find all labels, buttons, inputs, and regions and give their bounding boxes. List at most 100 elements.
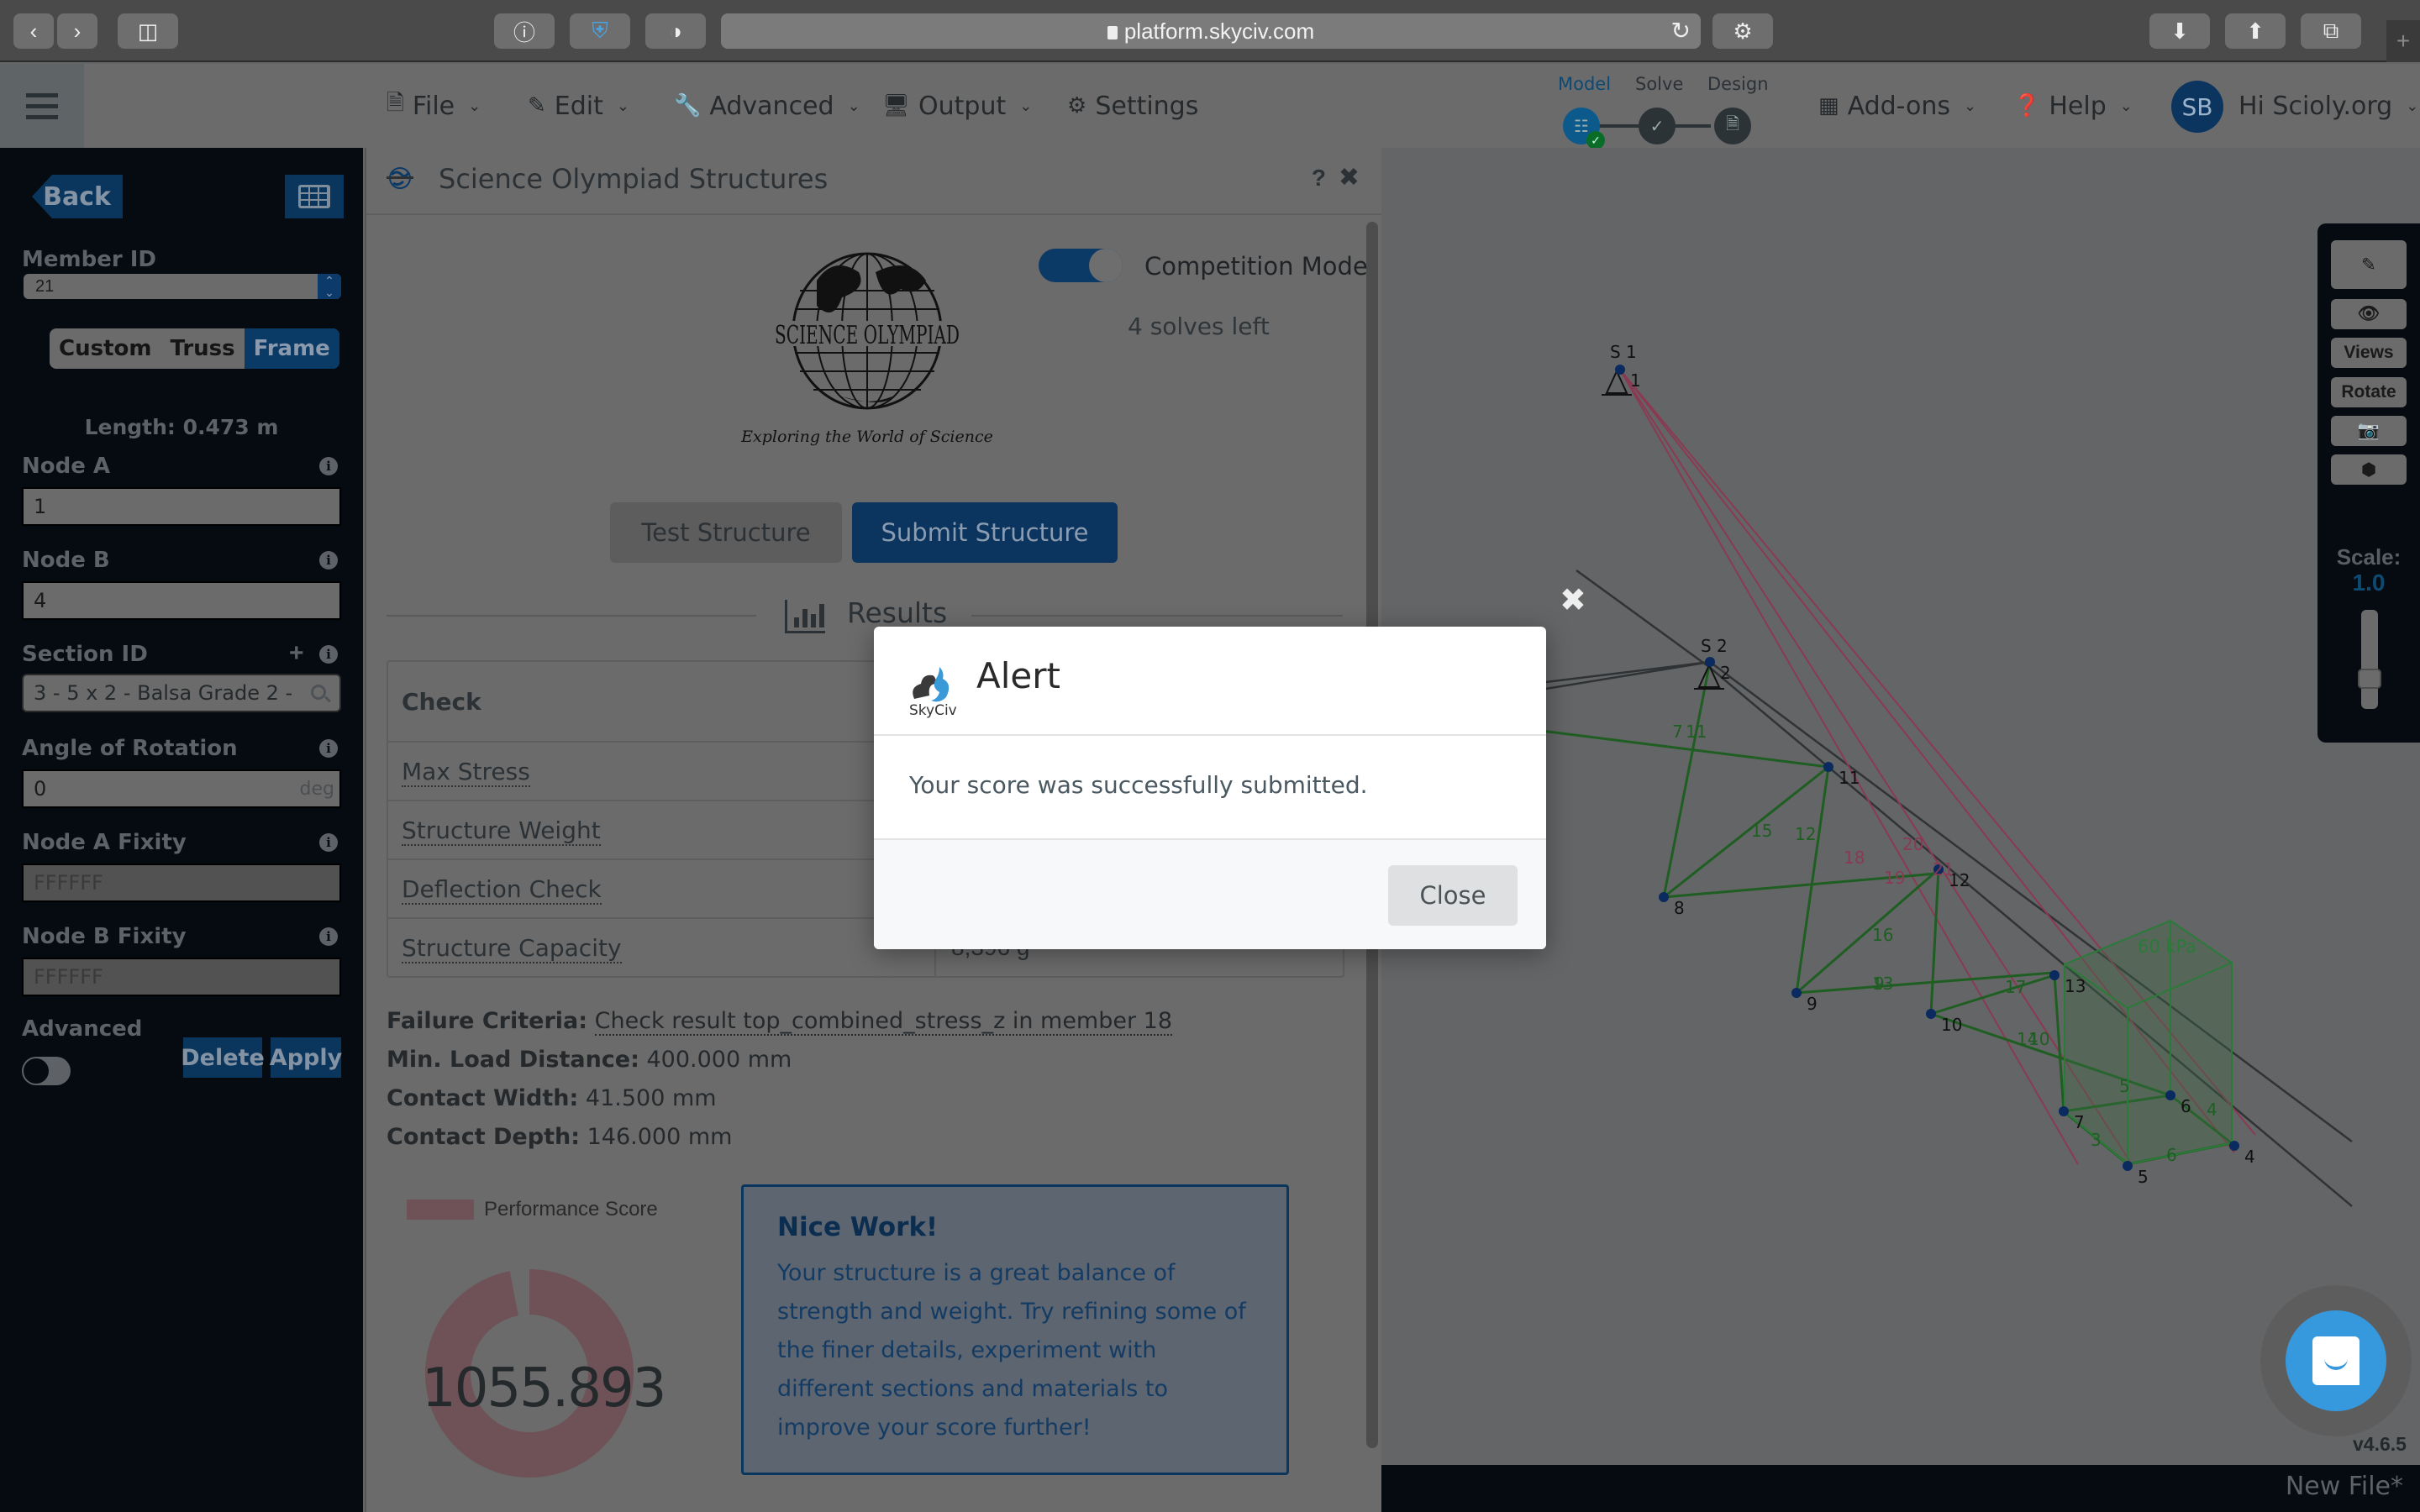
member-10[interactable]	[1929, 869, 1940, 1015]
avatar[interactable]: SB	[2171, 81, 2223, 133]
member-14b[interactable]	[2053, 974, 2065, 1112]
submit-structure-button[interactable]: Submit Structure	[852, 502, 1118, 563]
close-icon[interactable]: ✖	[1339, 163, 1360, 192]
views-button[interactable]: Views	[2331, 338, 2407, 368]
check-name[interactable]: Max Stress	[402, 757, 530, 787]
logo-wordmark: SCIENCE OLYMPIAD	[775, 321, 960, 350]
node-4[interactable]	[2229, 1141, 2239, 1151]
type-custom-button[interactable]: Custom	[50, 328, 160, 369]
step-solve-button[interactable]: ✓	[1639, 108, 1676, 144]
chord-member[interactable]	[1576, 569, 1710, 669]
member-id-value: 21	[35, 276, 55, 296]
menu-settings[interactable]: ⚙ Settings	[1067, 64, 1198, 148]
check-name[interactable]: Structure Weight	[402, 816, 601, 846]
cube-icon[interactable]: ⬢	[2331, 454, 2407, 485]
table-icon	[298, 185, 330, 208]
share-icon[interactable]: ⬆	[2225, 13, 2286, 49]
search-icon[interactable]	[311, 685, 326, 700]
member-id-select[interactable]: 21 ⌃ ⌄	[24, 274, 341, 299]
menu-output[interactable]: 🖥 Output ⌄	[882, 64, 1032, 148]
advanced-toggle[interactable]	[22, 1057, 71, 1085]
info-icon[interactable]: ⓘ	[494, 13, 555, 49]
check-name[interactable]: Deflection Check	[402, 874, 602, 905]
info-icon[interactable]: i	[319, 739, 338, 758]
download-icon[interactable]: ⬇	[2149, 13, 2210, 49]
node-10[interactable]	[1926, 1009, 1936, 1019]
node-1[interactable]	[1615, 365, 1625, 375]
tabs-icon[interactable]: ⧉	[2301, 13, 2361, 49]
menu-advanced[interactable]: 🔧 Advanced ⌄	[674, 64, 860, 148]
reload-icon[interactable]: ↻	[1671, 17, 1691, 45]
address-bar[interactable]: platform.skyciv.com ↻	[721, 13, 1701, 49]
node-a-fixity-input[interactable]: FFFFFF	[22, 864, 341, 902]
info-icon[interactable]: i	[319, 457, 338, 475]
info-icon[interactable]: i	[319, 645, 338, 664]
rotate-button[interactable]: Rotate	[2331, 377, 2407, 407]
competition-mode-toggle[interactable]	[1039, 249, 1123, 282]
eye-icon[interactable]: 👁	[2331, 299, 2407, 329]
stepper-icon[interactable]: ⌃ ⌄	[318, 274, 341, 299]
node-7[interactable]	[2059, 1106, 2069, 1116]
close-icon[interactable]: ✖	[1560, 581, 1586, 619]
shield-icon[interactable]: ⛨	[570, 13, 630, 49]
member-9[interactable]	[1795, 766, 1830, 994]
node-2[interactable]	[1705, 657, 1715, 667]
back-icon[interactable]: ‹	[13, 13, 54, 49]
node-b-fixity-input[interactable]: FFFFFF	[22, 958, 341, 996]
node-b-input[interactable]: 4	[22, 581, 341, 620]
info-icon[interactable]: i	[319, 833, 338, 852]
user-menu[interactable]: Hi Scioly.org ⌄	[2238, 64, 2418, 148]
type-truss-button[interactable]: Truss	[160, 328, 244, 369]
member-7[interactable]	[1662, 661, 1712, 898]
node-13[interactable]	[2049, 970, 2060, 980]
node-6[interactable]	[2165, 1090, 2175, 1100]
node-9[interactable]	[1791, 988, 1802, 998]
close-button[interactable]: Close	[1388, 865, 1518, 926]
failure-criteria-link[interactable]: Check result top_combined_stress_z in me…	[594, 1008, 1173, 1036]
back-button[interactable]: Back	[32, 175, 123, 218]
privacy-icon[interactable]: ◑	[645, 13, 706, 49]
apply-button[interactable]: Apply	[270, 1037, 342, 1078]
node-11[interactable]	[1823, 762, 1833, 772]
table-view-button[interactable]	[285, 175, 344, 218]
chord-member[interactable]	[1709, 660, 2353, 1143]
hamburger-menu-icon[interactable]	[0, 64, 84, 148]
step-design-button[interactable]: 🗎	[1714, 108, 1751, 144]
forward-icon[interactable]: ›	[57, 13, 97, 49]
chat-button[interactable]	[2286, 1310, 2386, 1411]
scale-slider-thumb[interactable]	[2358, 669, 2381, 689]
type-frame-button[interactable]: Frame	[244, 328, 339, 369]
add-section-icon[interactable]: +	[289, 639, 304, 668]
member-19[interactable]	[1619, 369, 2133, 1165]
camera-icon[interactable]: 📷	[2331, 416, 2407, 446]
node-8[interactable]	[1659, 892, 1669, 902]
scale-slider[interactable]	[2361, 610, 2378, 709]
step-model-button[interactable]: ☷ ✓	[1563, 108, 1605, 150]
node-label: 4	[2244, 1147, 2255, 1167]
menu-addons[interactable]: ▦ Add-ons ⌄	[1818, 64, 1976, 148]
angle-input[interactable]: 0 deg	[22, 769, 341, 808]
member-label-highlighted: 18	[1844, 848, 1865, 868]
new-tab-icon[interactable]: +	[2386, 20, 2420, 62]
menu-edit[interactable]: ✎ Edit ⌄	[528, 64, 629, 148]
menu-help[interactable]: ❓ Help ⌄	[2013, 64, 2133, 148]
test-structure-button[interactable]: Test Structure	[610, 502, 842, 563]
load-box[interactable]: 60 kPa	[2064, 919, 2233, 1166]
node-5[interactable]	[2123, 1161, 2133, 1171]
info-icon[interactable]: i	[319, 551, 338, 570]
delete-button[interactable]: Delete	[181, 1037, 265, 1078]
pencil-icon[interactable]: ✎	[2331, 240, 2407, 289]
node-label: 1	[1630, 370, 1641, 391]
angle-label: Angle of Rotation	[22, 736, 238, 761]
menu-file[interactable]: 🗎 File ⌄	[387, 64, 481, 148]
info-icon[interactable]: i	[319, 927, 338, 946]
check-name[interactable]: Structure Capacity	[402, 933, 622, 963]
settings-icon[interactable]: ⚙	[1712, 13, 1773, 49]
sidebar-icon[interactable]: ◫	[118, 13, 178, 49]
member-16[interactable]	[1796, 868, 1939, 995]
section-id-input[interactable]: 3 - 5 x 2 - Balsa Grade 2 -	[22, 674, 341, 712]
member-label: 12	[1795, 824, 1816, 844]
advanced-label: Advanced	[22, 1016, 143, 1042]
help-icon[interactable]: ?	[1312, 165, 1326, 192]
node-a-input[interactable]: 1	[22, 487, 341, 526]
